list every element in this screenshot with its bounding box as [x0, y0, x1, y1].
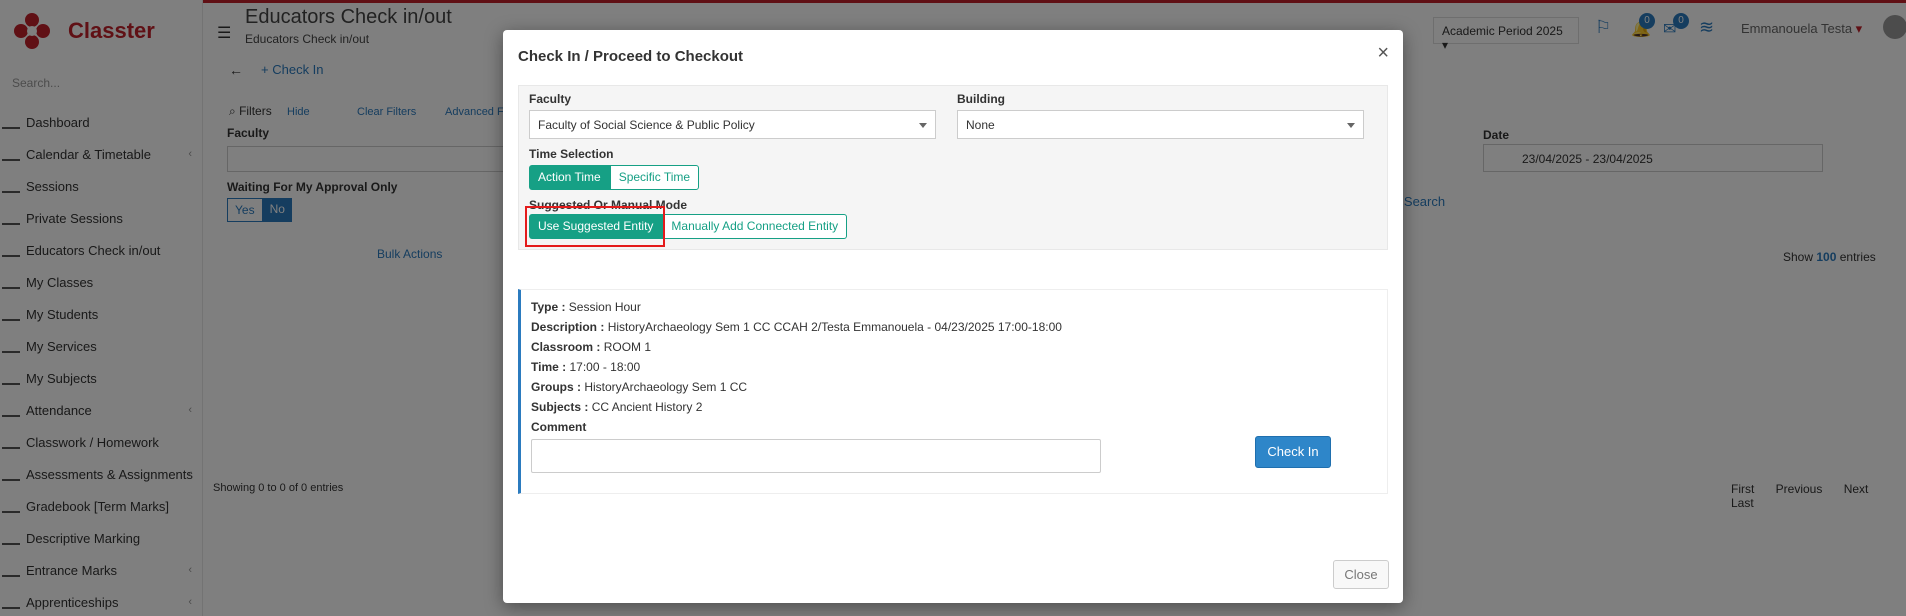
type-row: Type : Session Hour: [531, 300, 641, 314]
time-selection-group: Action Time Specific Time: [529, 165, 700, 190]
modal-title: Check In / Proceed to Checkout: [518, 48, 744, 65]
check-in-modal: Check In / Proceed to Checkout × Faculty…: [503, 30, 1403, 603]
close-button[interactable]: Close: [1333, 560, 1389, 589]
time-selection-label: Time Selection: [529, 147, 614, 161]
specific-time-button[interactable]: Specific Time: [609, 165, 700, 190]
description-row: Description : HistoryArchaeology Sem 1 C…: [531, 320, 1062, 334]
building-label: Building: [957, 92, 1005, 106]
chevron-down-icon: [919, 123, 927, 128]
time-row: Time : 17:00 - 18:00: [531, 360, 641, 374]
manually-add-entity-button[interactable]: Manually Add Connected Entity: [662, 214, 848, 239]
groups-row: Groups : HistoryArchaeology Sem 1 CC: [531, 380, 748, 394]
comment-input[interactable]: [531, 439, 1101, 473]
faculty-label: Faculty: [529, 92, 572, 106]
close-icon[interactable]: ×: [1377, 42, 1389, 65]
highlight-box: [525, 206, 665, 247]
faculty-select[interactable]: Faculty of Social Science & Public Polic…: [529, 110, 936, 139]
classroom-row: Classroom : ROOM 1: [531, 340, 652, 354]
chevron-down-icon: [1347, 123, 1355, 128]
subjects-row: Subjects : CC Ancient History 2: [531, 400, 703, 414]
action-time-button[interactable]: Action Time: [529, 165, 610, 190]
building-select[interactable]: None: [957, 110, 1364, 139]
session-details: Type : Session Hour Description : Histor…: [518, 289, 1388, 494]
check-in-button[interactable]: Check In: [1255, 436, 1331, 468]
comment-label: Comment: [531, 420, 587, 434]
